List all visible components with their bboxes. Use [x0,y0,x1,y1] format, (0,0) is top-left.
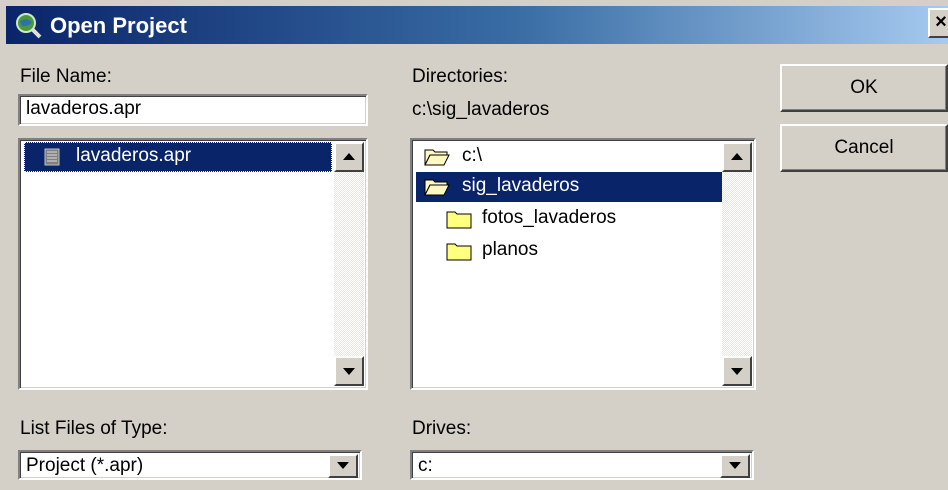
scroll-down-button[interactable] [722,356,752,386]
directory-item-label: fotos_lavaderos [482,207,617,228]
window-title: Open Project [50,13,187,38]
file-type-value: Project (*.apr) [26,455,144,476]
scroll-up-button[interactable] [722,142,752,172]
scroll-up-button[interactable] [334,142,364,172]
directory-tree[interactable]: c:\ sig_lavaderos fotos_lavaderos planos [410,138,756,390]
file-name-label: File Name: [20,66,112,87]
file-type-select[interactable]: Project (*.apr) [18,450,362,480]
directory-item-label: c:\ [462,145,483,166]
cancel-button[interactable]: Cancel [780,124,948,172]
scroll-down-button[interactable] [334,356,364,386]
directory-scrollbar[interactable] [722,142,752,386]
down-arrow-icon [343,368,355,375]
folder-icon [446,211,472,229]
document-icon [44,148,60,166]
file-name-input[interactable]: lavaderos.apr [18,94,368,126]
file-list[interactable]: lavaderos.apr [18,138,368,390]
drives-label: Drives: [412,418,472,439]
drives-select[interactable]: c: [410,450,754,480]
directory-item-label: sig_lavaderos [462,175,580,196]
file-item-label: lavaderos.apr [76,145,192,166]
globe-magnifier-icon [16,13,42,39]
directory-item[interactable]: planos [416,236,716,266]
ok-button[interactable]: OK [780,64,948,112]
up-arrow-icon [731,153,743,160]
close-button[interactable]: × [928,8,948,38]
chevron-down-icon [729,462,741,469]
open-folder-icon [424,179,450,196]
directory-item-label: planos [482,239,538,260]
directories-label: Directories: [412,66,509,87]
directory-item[interactable]: sig_lavaderos [416,172,722,202]
up-arrow-icon [343,153,355,160]
title-bar[interactable]: Open Project [6,6,948,44]
open-project-dialog: Open Project × File Name: lavaderos.apr … [0,0,948,490]
drives-dropdown-button[interactable] [720,454,750,478]
folder-icon [446,243,472,261]
open-folder-icon [424,149,450,166]
drives-value: c: [418,455,433,476]
file-type-dropdown-button[interactable] [328,454,358,478]
list-item[interactable]: lavaderos.apr [24,142,332,172]
file-name-value: lavaderos.apr [26,98,142,119]
directory-item[interactable]: c:\ [416,142,716,172]
file-type-label: List Files of Type: [20,418,168,439]
down-arrow-icon [731,368,743,375]
file-list-scrollbar[interactable] [334,142,364,386]
current-path: c:\sig_lavaderos [412,99,550,120]
directory-item[interactable]: fotos_lavaderos [416,204,716,234]
chevron-down-icon [337,462,349,469]
